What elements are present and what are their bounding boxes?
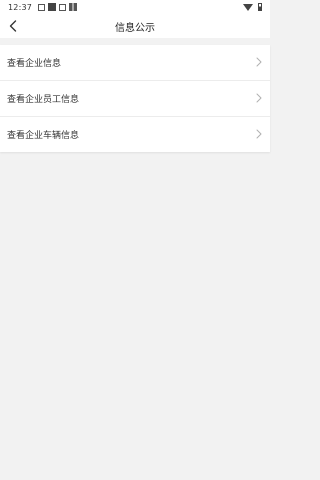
menu-item-label: 查看企业信息 xyxy=(7,59,62,69)
chevron-right-icon xyxy=(256,129,262,139)
wifi-icon xyxy=(243,3,253,11)
chevron-right-icon xyxy=(256,57,262,67)
a-icon xyxy=(59,3,67,11)
back-icon xyxy=(9,20,17,32)
square-icon xyxy=(48,3,57,11)
status-bar: 12:37 xyxy=(0,0,270,14)
menu-item-label: 查看企业车辆信息 xyxy=(7,131,80,141)
battery-icon xyxy=(258,3,262,11)
menu-item-label: 查看企业员工信息 xyxy=(7,95,80,105)
menu-item-employee-info[interactable]: 查看企业员工信息 xyxy=(0,80,270,116)
back-button[interactable] xyxy=(6,18,20,34)
app-header: 信息公示 xyxy=(0,14,270,38)
status-icons xyxy=(38,3,78,11)
menu-list: 查看企业信息 查看企业员工信息 查看企业车辆信息 xyxy=(0,45,270,152)
page-title: 信息公示 xyxy=(115,22,155,34)
image-icon xyxy=(38,3,46,11)
grid-icon xyxy=(69,3,78,11)
menu-item-vehicle-info[interactable]: 查看企业车辆信息 xyxy=(0,116,270,152)
status-time: 12:37 xyxy=(8,2,33,12)
menu-item-company-info[interactable]: 查看企业信息 xyxy=(0,45,270,80)
status-right-icons xyxy=(243,3,262,11)
chevron-right-icon xyxy=(256,93,262,103)
